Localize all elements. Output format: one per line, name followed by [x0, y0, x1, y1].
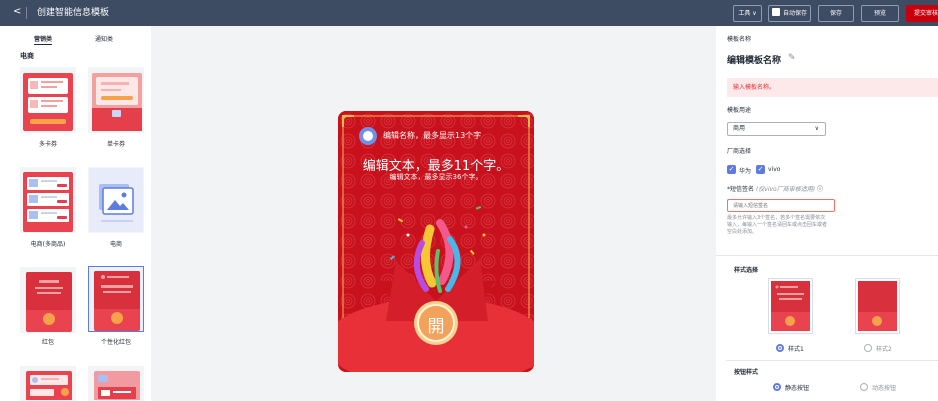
sign-help-text: 最多允许输入3个签名，若多个签名需要依次输入，每输入一个签名请回车或点击回车或者…	[727, 215, 828, 235]
preview-button[interactable]: 预览	[861, 5, 899, 22]
style-option-1-thumbnail[interactable]	[768, 278, 813, 334]
tab-notification[interactable]: 通知类	[95, 34, 113, 43]
divider	[716, 255, 938, 256]
template-label: 个性化红包	[100, 339, 131, 346]
sign-label: *短信签名 (仅vivo厂商审核适用) ⓘ	[727, 184, 823, 193]
vendor-huawei-label: 华为	[739, 168, 752, 175]
template-thumbnail	[94, 371, 140, 400]
preview-name: 编辑名称，最多显示13个字	[383, 131, 482, 140]
edit-icon[interactable]: ✎	[788, 53, 796, 63]
dynamic-button-radio[interactable]	[860, 383, 868, 391]
dynamic-button-label: 动态按钮	[872, 385, 897, 392]
ecommerce-multi-thumbnail	[23, 172, 73, 232]
template-label: 红包	[41, 339, 54, 346]
template-thumbnail	[26, 371, 72, 400]
sign-note: (仅vivo厂商审核适用)	[755, 186, 816, 193]
vendor-vivo-label: vivo	[768, 166, 781, 173]
vendor-huawei-checkbox[interactable]: ✓	[727, 165, 736, 174]
autosave-checkbox[interactable]	[771, 8, 780, 16]
template-card-partial[interactable]	[20, 366, 76, 401]
single-coupon-thumbnail	[92, 73, 142, 131]
button-style-title: 按钮样式	[734, 369, 759, 376]
category-title: 电商	[20, 52, 34, 60]
template-panel: 营销类 通知类 电商 多卡券 单卡券 电商(多商品) 电商 红包 个性化红包	[0, 26, 151, 401]
vendor-vivo-checkbox[interactable]: ✓	[756, 165, 765, 174]
submit-review-button[interactable]: 提交审核	[906, 5, 938, 22]
ecommerce-thumbnail	[89, 168, 143, 232]
divider	[726, 360, 938, 361]
template-tabs: 营销类 通知类	[0, 34, 151, 48]
red-packet-preview: 编辑名称，最多显示13个字 编辑文本，最多11个字。 编辑文本，最多显示36个字…	[338, 111, 534, 372]
template-card-personalized-red-packet[interactable]	[88, 266, 144, 332]
personalized-red-packet-thumbnail	[94, 271, 140, 331]
template-card-ecommerce[interactable]	[88, 167, 144, 233]
sign-input[interactable]	[727, 199, 835, 212]
template-card-red-packet[interactable]	[20, 267, 76, 333]
style-2-radio[interactable]	[864, 344, 872, 352]
name-error-message: 输入模板名称。	[727, 78, 938, 97]
template-label: 电商	[109, 241, 122, 248]
multi-coupon-thumbnail	[23, 73, 73, 131]
template-card-multi-coupon[interactable]	[20, 67, 76, 133]
style-2-label: 样式2	[876, 346, 892, 353]
divider	[26, 7, 27, 19]
top-bar: < 创建智能信息模板 工具 ∨ 自动保存 保存 预览 提交审核	[0, 0, 938, 26]
template-label: 单卡券	[106, 141, 125, 148]
usage-label: 模板用途	[727, 107, 752, 114]
style-option-2-thumbnail[interactable]	[855, 278, 900, 334]
static-button-radio[interactable]	[773, 383, 781, 391]
sign-label-text: *短信签名	[727, 186, 755, 193]
static-button-label: 静态按钮	[785, 385, 810, 392]
back-button[interactable]: <	[13, 5, 21, 19]
open-button[interactable]: 開	[424, 312, 448, 337]
template-name-label: 模板名称	[727, 36, 752, 43]
template-label: 电商(多商品)	[30, 241, 66, 248]
template-card-partial[interactable]	[88, 366, 144, 401]
tab-marketing[interactable]: 营销类	[34, 34, 53, 45]
red-packet-thumbnail	[26, 272, 72, 332]
style-1-radio[interactable]	[776, 344, 784, 352]
template-card-single-coupon[interactable]	[88, 67, 144, 133]
template-card-ecommerce-multi[interactable]	[20, 167, 76, 233]
chevron-down-icon: ∨	[814, 125, 819, 132]
tools-dropdown[interactable]: 工具 ∨	[733, 5, 762, 22]
usage-select[interactable]: 商用 ∨	[727, 122, 826, 136]
preview-sub-text: 编辑文本，最多显示36个字。	[389, 173, 483, 181]
page-title: 创建智能信息模板	[37, 8, 110, 18]
vendor-label: 厂商选择	[727, 148, 752, 155]
style-2-preview	[858, 281, 897, 331]
style-1-preview	[771, 281, 810, 331]
info-icon[interactable]: ⓘ	[817, 186, 823, 193]
template-label: 多卡券	[38, 141, 57, 148]
style-1-label: 样式1	[788, 346, 804, 353]
autosave-label: 自动保存	[782, 10, 807, 17]
usage-value: 商用	[733, 125, 746, 132]
autosave-toggle[interactable]: 自动保存	[768, 5, 811, 22]
style-section-title: 样式选择	[734, 267, 759, 274]
save-button[interactable]: 保存	[818, 5, 854, 22]
template-name-value[interactable]: 编辑模板名称	[727, 53, 781, 66]
